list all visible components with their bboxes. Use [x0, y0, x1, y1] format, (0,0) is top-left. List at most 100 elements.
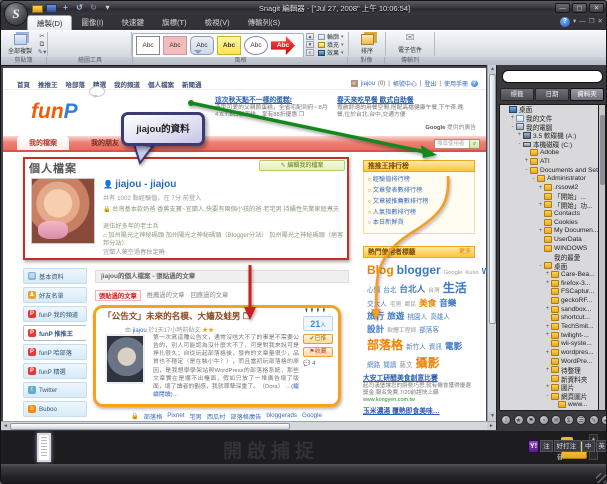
style-stamp[interactable]: Abc [271, 36, 295, 55]
snagit-logo-icon[interactable]: S [4, 2, 28, 26]
gallery-down-icon[interactable]: ▼ [306, 41, 314, 48]
ribbon-tab[interactable]: 繪製(D) [27, 15, 73, 30]
paste-icon[interactable]: ⧉ [37, 41, 47, 48]
doc-close-icon[interactable]: ✕ [598, 17, 603, 27]
expand-toggle-icon[interactable]: + [544, 332, 551, 338]
style-stamp[interactable]: Abc [163, 36, 187, 55]
expand-toggle-icon[interactable]: + [544, 306, 551, 312]
add-icon[interactable]: + [60, 3, 71, 13]
horizontal-scroll-thumb[interactable] [10, 423, 290, 430]
maximize-button[interactable]: ▢ [572, 3, 587, 13]
tree-node[interactable]: + .rssowl2 [500, 183, 605, 192]
expand-toggle-icon[interactable]: - [509, 124, 516, 130]
tag-icon[interactable]: ! [501, 415, 511, 425]
callout-annotation[interactable]: jiajou的資料 [121, 112, 205, 146]
tree-node[interactable]: www... [500, 400, 605, 409]
expand-toggle-icon[interactable]: + [544, 324, 551, 330]
tree-node[interactable]: + twilight-... [500, 331, 605, 340]
tree-node[interactable]: + My Documen... [500, 227, 605, 236]
style-stamp[interactable]: Abc [244, 36, 268, 55]
tree-node[interactable]: Cookies [500, 218, 605, 227]
tree-node[interactable]: FSCaptur... [500, 287, 605, 296]
tree-node[interactable]: WINDOWS [500, 244, 605, 253]
expand-toggle-icon[interactable]: - [537, 263, 544, 269]
expand-toggle-icon[interactable]: + [537, 202, 544, 208]
ribbon-tab[interactable]: 快速鍵 [113, 15, 154, 30]
save-icon[interactable] [46, 3, 57, 13]
tree-node[interactable]: shortcut... [500, 314, 605, 323]
cut-icon[interactable]: ✂ [37, 33, 47, 40]
ime-zhuyin-button[interactable]: 注 [540, 440, 553, 452]
tree-node[interactable]: - 桌面 [500, 261, 605, 271]
canvas-horizontal-scrollbar[interactable]: ◄ ► [1, 421, 496, 431]
canvas-vertical-scrollbar[interactable]: ▲ ▼ [487, 65, 497, 421]
expand-toggle-icon[interactable]: - [530, 176, 537, 182]
expand-toggle-icon[interactable]: + [537, 228, 544, 234]
expand-toggle-icon[interactable]: + [544, 280, 551, 286]
expand-toggle-icon[interactable]: + [544, 384, 551, 390]
style-stamp[interactable]: Abc [217, 36, 241, 55]
expand-toggle-icon[interactable]: + [544, 367, 551, 373]
style-property-button[interactable]: 輪廓 ▾ [318, 33, 344, 41]
library-tab[interactable]: 日期 [535, 88, 569, 101]
ribbon-tab[interactable]: 傳輸列(S) [239, 15, 290, 30]
tree-node[interactable]: Contacts [500, 209, 605, 218]
style-stamp[interactable]: Abc [136, 36, 160, 55]
tree-node[interactable]: UserData [500, 235, 605, 244]
expand-toggle-icon[interactable]: - [516, 141, 523, 147]
tree-node[interactable]: WordPre... [500, 357, 605, 366]
expand-toggle-icon[interactable]: + [544, 271, 551, 277]
tree-node[interactable]: + firefox-3... [500, 279, 605, 288]
style-stamp[interactable]: Abc [190, 36, 214, 55]
tree-node[interactable]: - Documents and Set... [500, 166, 605, 175]
tree-node[interactable]: - 網頁圖片 [500, 392, 605, 401]
tag-icon[interactable]: ◔ [538, 415, 549, 425]
editor-canvas[interactable]: 首頁推推王哈部落精選我的頻道個人檔案新聞通 jiajou (0) |帳號中心 |… [1, 65, 487, 421]
tree-node[interactable]: + 「開始」功... [500, 201, 605, 210]
tag-icon[interactable]: ☰ [576, 415, 586, 425]
copy-all-button[interactable]: 全部複製 [3, 32, 37, 57]
tag-icon[interactable]: ✔ [601, 415, 606, 425]
orange-rounded-rect-annotation[interactable] [93, 305, 341, 407]
library-tab[interactable]: 標籤 [500, 88, 534, 101]
current-capture-thumbnail[interactable] [37, 433, 51, 462]
yahoo-keykey-icon[interactable]: Y! [528, 439, 540, 453]
format-brush-icon[interactable]: ✎▾ [37, 49, 47, 56]
expand-toggle-icon[interactable]: - [544, 393, 551, 399]
red-rectangle-annotation[interactable] [23, 157, 349, 260]
expand-toggle-icon[interactable]: + [523, 158, 530, 164]
gallery-up-icon[interactable]: ▲ [306, 33, 314, 40]
tree-node[interactable]: + wordpres... [500, 348, 605, 357]
expand-toggle-icon[interactable]: - [523, 167, 530, 173]
doc-minimize-icon[interactable]: — [579, 17, 586, 27]
arrange-button[interactable]: 排序 [350, 32, 384, 57]
tree-node[interactable]: + 待整理 [500, 366, 605, 375]
help-caret-icon[interactable]: ▾ [573, 17, 576, 27]
tree-scrollbar[interactable] [598, 104, 606, 411]
resize-grip[interactable] [596, 473, 606, 483]
close-button[interactable]: ✕ [589, 3, 604, 13]
ime-chinese-button[interactable]: 中 [582, 440, 595, 452]
tree-node[interactable]: + ATI [500, 157, 605, 166]
tag-icon[interactable]: ★ [513, 415, 524, 425]
ribbon-tab[interactable]: 檢視(V) [196, 15, 239, 30]
qat-more-icon[interactable]: ▾ [102, 3, 113, 13]
vertical-scroll-thumb[interactable] [489, 74, 496, 324]
gallery-expand-icon[interactable]: ≡ [306, 49, 314, 56]
expand-toggle-icon[interactable]: + [537, 185, 544, 191]
tree-node[interactable]: + TechSmit... [500, 322, 605, 331]
style-property-button[interactable]: 效果 ▾ [318, 49, 344, 57]
library-tab[interactable]: 資料夾 [570, 88, 604, 101]
undo-icon[interactable]: ↺ [74, 3, 85, 13]
tree-scroll-thumb[interactable] [600, 115, 605, 185]
tree-node[interactable]: + Care-Bea... [500, 270, 605, 279]
title-bar[interactable]: S + ↺ ↻ ▾ Snagit 編輯器 - ["Jul 27, 2008" 上… [1, 1, 606, 26]
tree-node[interactable]: 我的最愛 [500, 253, 605, 262]
library-search-input[interactable] [502, 70, 603, 83]
minimize-button[interactable]: — [555, 3, 570, 13]
tree-node[interactable]: Adobe [500, 148, 605, 157]
tree-node[interactable]: 新資料夾 [500, 374, 605, 384]
tree-node[interactable]: geckoRF... [500, 296, 605, 305]
tag-icon[interactable]: ✉ [551, 415, 561, 425]
doc-restore-icon[interactable]: ❐ [589, 17, 595, 27]
